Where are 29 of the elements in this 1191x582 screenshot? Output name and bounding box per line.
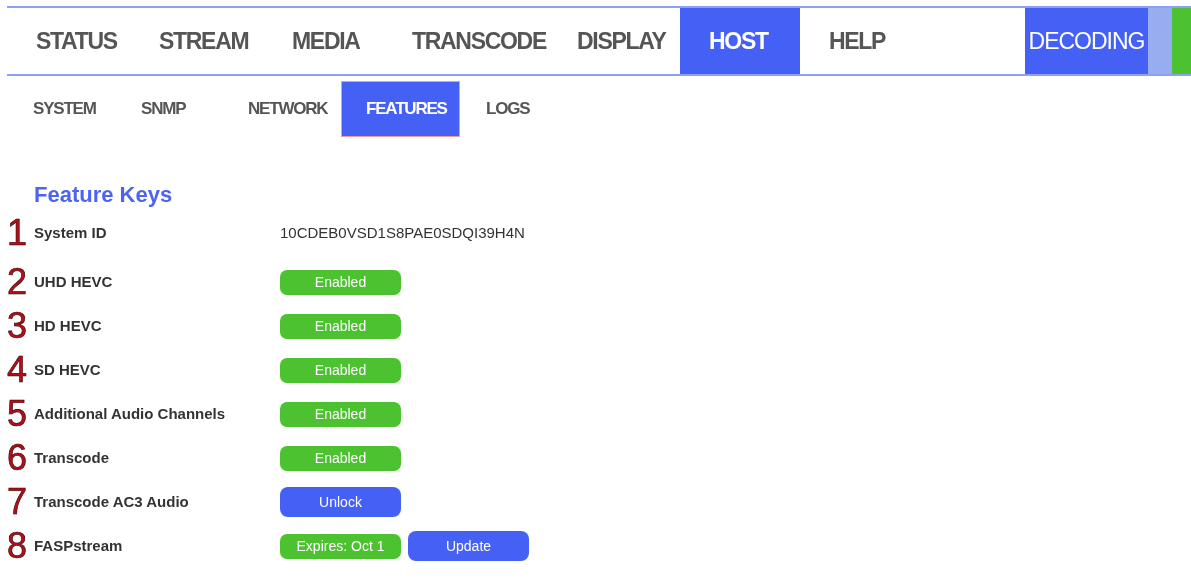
feature-label: Additional Audio Channels (34, 404, 227, 425)
mode-indicator: DECODING (1025, 8, 1148, 74)
section-title: Feature Keys (34, 182, 174, 209)
sub-tab[interactable]: FEATURES (341, 81, 460, 137)
callout-number: 2 (6, 264, 28, 301)
action-button[interactable]: Update (408, 531, 529, 562)
callout-number: 6 (6, 440, 28, 477)
system-id: 10CDEB0VSD1S8PAE0SDQI39H4N (280, 223, 525, 244)
feature-label: HD HEVC (34, 316, 103, 337)
status-badge: Enabled (280, 313, 401, 339)
callout-number: 7 (6, 484, 28, 521)
status-badge: Enabled (280, 401, 401, 427)
feature-label: FASPstream (34, 536, 124, 557)
callout-number: 1 (6, 215, 28, 252)
status-badge: Enabled (280, 357, 401, 383)
callout-number: 4 (6, 352, 28, 389)
feature-label: UHD HEVC (34, 272, 114, 293)
feature-label: Transcode AC3 Audio (34, 492, 190, 513)
status-badge: Enabled (280, 269, 401, 295)
feature-label: Transcode (34, 448, 111, 469)
status-badge: Expires: Oct 1 (280, 533, 401, 559)
nav-tab[interactable]: HOST (680, 8, 800, 74)
action-button[interactable]: Unlock (280, 487, 401, 518)
callout-number: 8 (6, 528, 28, 565)
callout-number: 5 (6, 396, 28, 433)
feature-label: SD HEVC (34, 360, 102, 381)
feature-label: System ID (34, 223, 108, 244)
callout-number: 3 (6, 308, 28, 345)
status-badge: Enabled (280, 445, 401, 471)
